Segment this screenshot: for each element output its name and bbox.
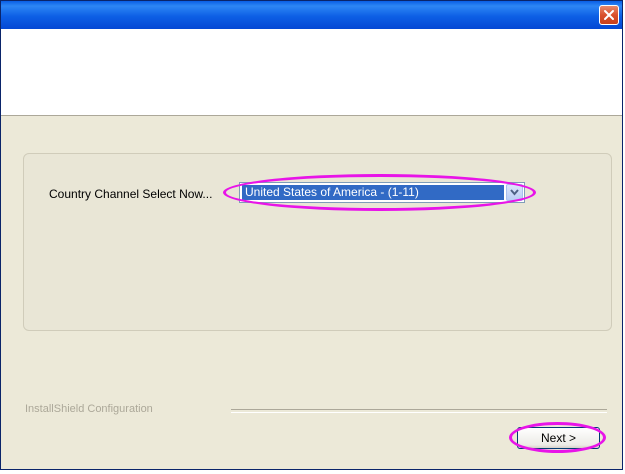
title-bar[interactable] (1, 1, 622, 29)
chevron-down-icon (510, 189, 519, 196)
close-icon (604, 10, 614, 20)
installer-window: Country Channel Select Now... United Sta… (0, 0, 623, 470)
country-channel-select[interactable]: United States of America - (1-11) (239, 182, 525, 203)
header-banner (1, 29, 622, 116)
country-selected-value: United States of America - (1-11) (242, 185, 504, 200)
installshield-brand: InstallShield Configuration (25, 403, 153, 415)
content-panel (23, 153, 612, 331)
close-button[interactable] (599, 5, 619, 25)
dropdown-button[interactable] (506, 184, 523, 201)
country-channel-label: Country Channel Select Now... (49, 187, 213, 201)
next-button[interactable]: Next > (517, 427, 600, 449)
footer-divider (231, 409, 607, 413)
